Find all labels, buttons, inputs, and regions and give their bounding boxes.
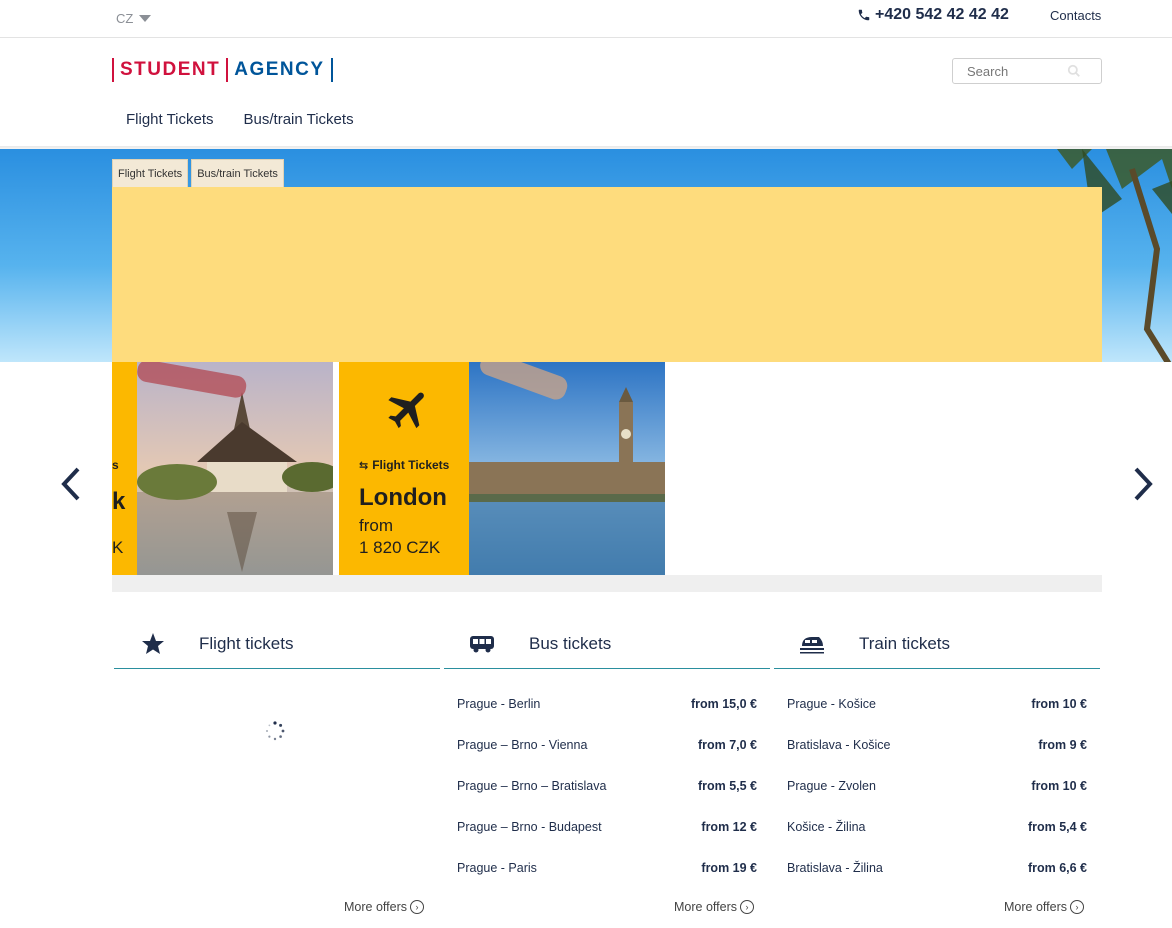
offer-from: from [359, 516, 393, 535]
bus-route-link[interactable]: Prague – Brno - Vienna [457, 738, 587, 752]
contacts-link[interactable]: Contacts [1050, 8, 1101, 23]
carousel-next-arrow-icon[interactable] [1130, 466, 1158, 502]
train-route-link[interactable]: Bratislava - Žilina [787, 861, 883, 875]
train-route-price: from 10 € [1031, 779, 1087, 793]
train-route-price: from 5,4 € [1027, 820, 1087, 834]
flight-tickets-column: Flight tickets [114, 622, 440, 669]
offer-card-london[interactable]: ⇆ Flight Tickets London from 1 820 CZK [339, 362, 469, 575]
flight-more-offers-link[interactable]: More offers › [344, 900, 424, 914]
bus-more-offers-link[interactable]: More offers › [674, 900, 754, 914]
main-nav: Flight Tickets Bus/train Tickets [126, 111, 354, 128]
tab-flight-tickets[interactable]: Flight Tickets [112, 159, 189, 187]
bus-route-link[interactable]: Prague - Berlin [457, 697, 540, 711]
column-title: Bus tickets [529, 634, 612, 653]
train-route-link[interactable]: Košice - Žilina [787, 820, 866, 834]
bus-route-link[interactable]: Prague – Brno - Budapest [457, 820, 602, 834]
chevron-right-circle-icon: › [740, 900, 754, 914]
offer-price: 1 820 CZK [359, 538, 441, 557]
column-title: Train tickets [859, 634, 951, 653]
tab-bus-train-tickets[interactable]: Bus/train Tickets [191, 159, 284, 187]
carousel-prev-arrow-icon[interactable] [56, 466, 84, 502]
nav-bus-train-tickets[interactable]: Bus/train Tickets [244, 111, 354, 128]
offer-city: k [112, 488, 126, 515]
bus-route-link[interactable]: Prague – Brno – Bratislava [457, 779, 606, 793]
search-box [952, 58, 1102, 84]
train-route-link[interactable]: Prague - Košice [787, 697, 876, 711]
phone-text: +420 542 42 42 42 [875, 6, 1009, 23]
airplane-icon [388, 392, 424, 429]
bus-icon [470, 636, 494, 653]
bus-tickets-column: Bus tickets [444, 622, 770, 669]
bus-route-price: from 12 € [701, 820, 757, 834]
offer-city: London [359, 484, 447, 511]
more-offers-label: More offers [344, 900, 407, 914]
phone-number[interactable]: +420 542 42 42 42 [857, 6, 1009, 24]
train-tickets-column: Train tickets [774, 622, 1100, 669]
train-icon [800, 637, 824, 654]
language-label: CZ [116, 11, 134, 26]
swap-arrows-icon: ⇆ [359, 459, 369, 472]
bus-route-price: from 5,5 € [697, 779, 757, 793]
student-agency-logo[interactable]: STUDENT AGENCY [112, 58, 333, 82]
logo-word-student: STUDENT [120, 59, 221, 80]
bus-route-price: from 19 € [701, 861, 757, 875]
loading-spinner-icon [266, 721, 285, 741]
bus-route-price: from 7,0 € [697, 738, 757, 752]
column-header: Flight tickets [114, 622, 440, 669]
train-more-offers-link[interactable]: More offers › [1004, 900, 1084, 914]
carousel-footer-bar [112, 575, 1102, 592]
offer-category: ⇆ Flight Tickets [359, 458, 449, 472]
bangkok-temple-image [137, 362, 333, 575]
train-route-price: from 6,6 € [1027, 861, 1087, 875]
search-tabs: Flight Tickets Bus/train Tickets [112, 159, 284, 187]
offers-carousel: s k K ⇆ Flight Tickets London from 1 820… [112, 362, 1102, 575]
chevron-right-circle-icon: › [410, 900, 424, 914]
search-icon[interactable] [1067, 64, 1081, 78]
london-skyline-image [469, 362, 665, 575]
nav-flight-tickets[interactable]: Flight Tickets [126, 111, 214, 128]
train-route-price: from 10 € [1031, 697, 1087, 711]
column-header: Bus tickets [444, 622, 770, 669]
offer-card-partial[interactable]: s k K [112, 362, 137, 575]
offer-label: Flight Tickets [372, 458, 450, 472]
top-bar: CZ +420 542 42 42 42 Contacts [0, 0, 1172, 38]
train-route-link[interactable]: Bratislava - Košice [787, 738, 891, 752]
logo-bar [330, 58, 333, 82]
search-panel [112, 187, 1102, 362]
logo-word-agency: AGENCY [234, 59, 325, 80]
search-input[interactable] [967, 63, 1067, 79]
offer-price: K [112, 538, 124, 557]
column-title: Flight tickets [199, 634, 294, 653]
column-header: Train tickets [774, 622, 1100, 669]
language-selector[interactable]: CZ [116, 11, 152, 26]
more-offers-label: More offers [674, 900, 737, 914]
chevron-right-circle-icon: › [1070, 900, 1084, 914]
more-offers-label: More offers [1004, 900, 1067, 914]
phone-icon [858, 9, 870, 21]
caret-down-icon [139, 15, 152, 22]
bus-route-link[interactable]: Prague - Paris [457, 861, 537, 875]
train-route-link[interactable]: Prague - Zvolen [787, 779, 876, 793]
bus-route-price: from 15,0 € [690, 697, 757, 711]
star-icon [142, 633, 164, 654]
train-route-price: from 9 € [1038, 738, 1087, 752]
offer-label: s [112, 458, 119, 472]
